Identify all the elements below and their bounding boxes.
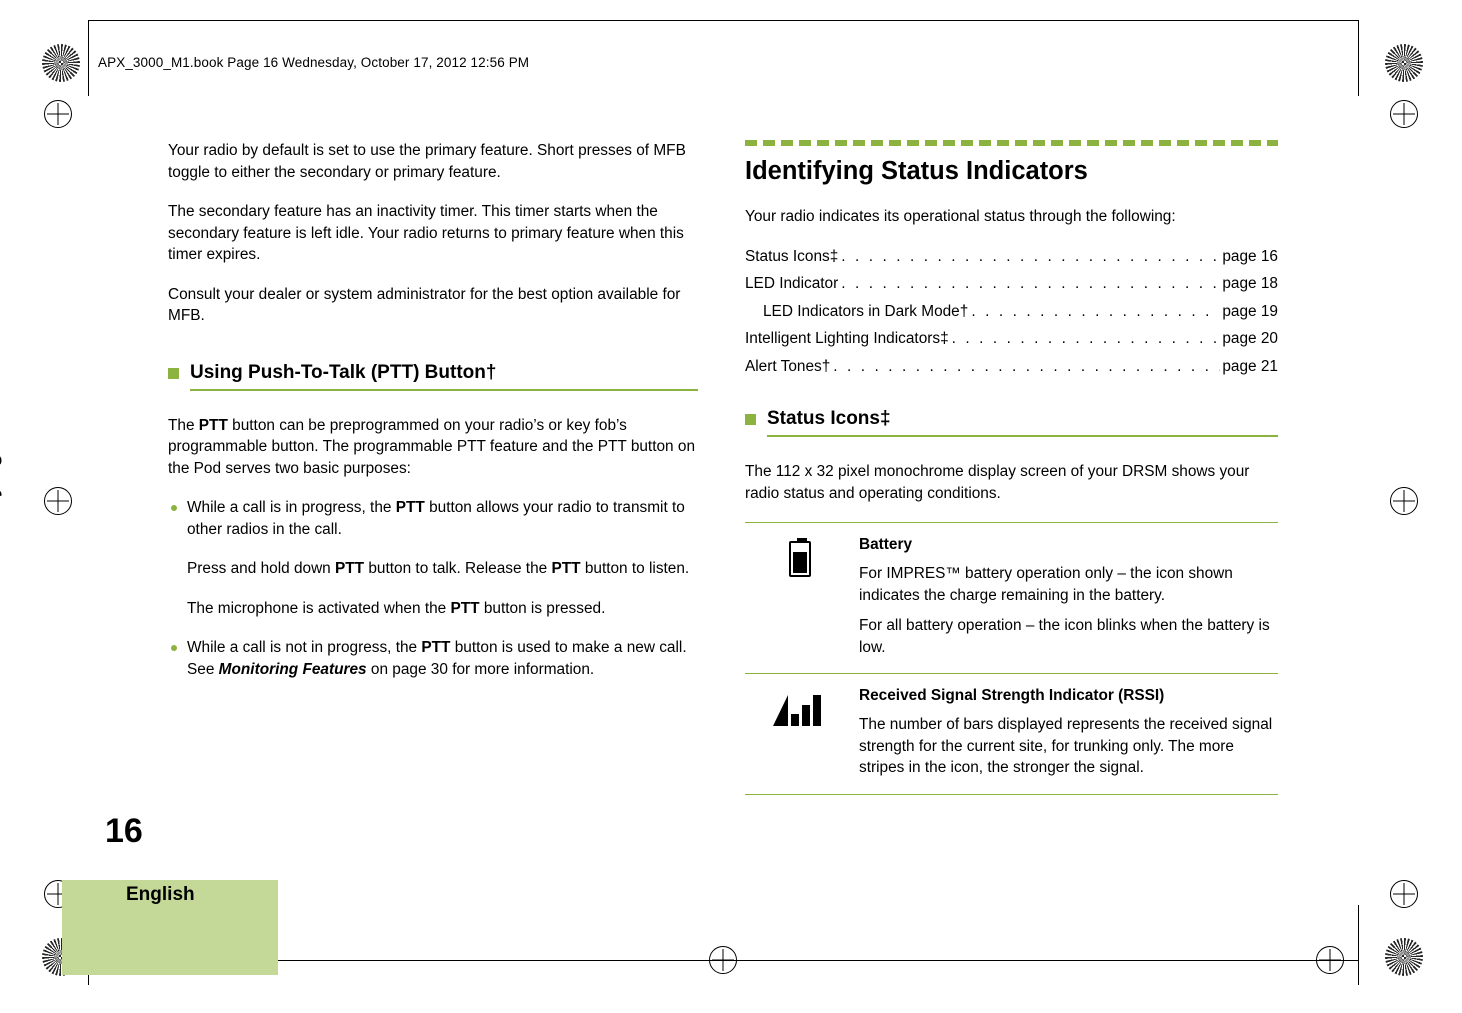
registration-starburst-bottom-right bbox=[1385, 938, 1423, 976]
right-column: Identifying Status Indicators Your radio… bbox=[745, 140, 1278, 795]
icon-desc-2: For all battery operation – the icon bli… bbox=[859, 617, 1270, 656]
book-file-header: APX_3000_M1.book Page 16 Wednesday, Octo… bbox=[98, 55, 530, 70]
sub2-bold: PTT bbox=[450, 599, 480, 617]
rssi-icon-cell bbox=[745, 673, 855, 795]
toc-leader: . . . . . . . . . . . . . . . . . . . . … bbox=[841, 247, 1220, 265]
language-tab-label: English bbox=[126, 884, 195, 905]
ptt-intro-bold: PTT bbox=[198, 416, 228, 434]
heading-square-icon bbox=[168, 367, 179, 379]
toc-label: Alert Tones† bbox=[745, 357, 831, 375]
chapter-dashed-rule bbox=[745, 140, 1278, 146]
crop-line-top-right bbox=[1358, 20, 1359, 96]
page-number: 16 bbox=[105, 812, 143, 850]
toc-entry-status-icons[interactable]: Status Icons‡ . . . . . . . . . . . . . … bbox=[745, 246, 1278, 268]
heading-square-icon bbox=[745, 414, 756, 425]
toc-entry-intelligent-lighting[interactable]: Intelligent Lighting Indicators‡ . . . .… bbox=[745, 328, 1278, 350]
table-row: Received Signal Strength Indicator (RSSI… bbox=[745, 673, 1278, 795]
crop-line-top-h bbox=[88, 20, 1359, 21]
toc-page: page 16 bbox=[1222, 247, 1278, 265]
page-title: Identifying Status Indicators bbox=[745, 157, 1088, 185]
chapter-side-title: Identifying Status Indicators bbox=[0, 277, 2, 560]
registration-mark-right-mid bbox=[1390, 487, 1418, 515]
paragraph-press-hold: Press and hold down PTT button to talk. … bbox=[187, 558, 698, 580]
ptt-purposes-list-2: While a call is not in progress, the PTT… bbox=[168, 637, 698, 680]
registration-mark-bottom-center bbox=[709, 946, 737, 974]
registration-starburst-top-left bbox=[42, 44, 80, 82]
bullet2-italic-ref: Monitoring Features bbox=[218, 660, 367, 678]
toc-leader: . . . . . . . . . . . . . . . . . . . . … bbox=[971, 302, 1220, 320]
toc-entry-led-indicator[interactable]: LED Indicator . . . . . . . . . . . . . … bbox=[745, 273, 1278, 295]
icon-desc-1: The number of bars displayed represents … bbox=[859, 716, 1273, 776]
left-column: Your radio by default is set to use the … bbox=[168, 140, 698, 698]
paragraph-consult-dealer: Consult your dealer or system administra… bbox=[168, 285, 681, 325]
battery-icon-cell bbox=[745, 522, 855, 674]
bullet2-pre: While a call is not in progress, the bbox=[187, 639, 422, 656]
registration-mark-left-mid bbox=[44, 487, 72, 515]
heading-ptt-label: Using Push-To-Talk (PTT) Button† bbox=[190, 361, 497, 383]
battery-desc-cell: Battery For IMPRES™ battery operation on… bbox=[855, 522, 1278, 674]
page-canvas: APX_3000_M1.book Page 16 Wednesday, Octo… bbox=[0, 0, 1462, 1013]
bullet2-post: on page 30 for more information. bbox=[366, 660, 595, 678]
ptt-purposes-list: While a call is in progress, the PTT but… bbox=[168, 497, 698, 540]
ptt-intro-post: button can be preprogrammed on your radi… bbox=[168, 416, 696, 477]
toc-page: page 19 bbox=[1222, 302, 1278, 320]
bullet1-pre: While a call is in progress, the bbox=[187, 499, 396, 516]
registration-mark-right-top bbox=[1390, 100, 1418, 128]
toc-page: page 21 bbox=[1222, 357, 1278, 375]
registration-mark-bottom-center-right bbox=[1316, 946, 1344, 974]
status-icons-table: Battery For IMPRES™ battery operation on… bbox=[745, 522, 1278, 795]
toc-leader: . . . . . . . . . . . . . . . . . . . . … bbox=[841, 275, 1220, 292]
sub2-post: button is pressed. bbox=[479, 599, 606, 617]
toc-page: page 20 bbox=[1222, 330, 1278, 347]
paragraph-microphone: The microphone is activated when the PTT… bbox=[187, 598, 698, 620]
ptt-intro-pre: The bbox=[168, 416, 199, 434]
rssi-signal-bars-icon bbox=[773, 692, 827, 726]
icon-title: Received Signal Strength Indicator (RSSI… bbox=[859, 687, 1165, 704]
bullet2-bold: PTT bbox=[421, 639, 451, 656]
list-item: While a call is in progress, the PTT but… bbox=[168, 497, 698, 540]
paragraph-secondary-timer: The secondary feature has an inactivity … bbox=[168, 203, 684, 263]
icon-title: Battery bbox=[859, 536, 913, 553]
section-heading-ptt: Using Push-To-Talk (PTT) Button† bbox=[168, 361, 698, 391]
battery-icon bbox=[789, 538, 811, 577]
paragraph-chapter-intro: Your radio indicates its operational sta… bbox=[745, 208, 1176, 225]
section-heading-status-icons: Status Icons‡ bbox=[745, 407, 1278, 437]
sub1-post: button to listen. bbox=[580, 560, 690, 577]
table-row: Battery For IMPRES™ battery operation on… bbox=[745, 522, 1278, 674]
list-item: While a call is not in progress, the PTT… bbox=[168, 637, 698, 680]
registration-mark-right-bottom bbox=[1390, 880, 1418, 908]
toc-leader: . . . . . . . . . . . . . . . . . . . . … bbox=[833, 357, 1220, 375]
crop-line-right-v bbox=[1358, 905, 1359, 985]
sub1-pre: Press and hold down bbox=[187, 560, 336, 577]
bullet1-bold: PTT bbox=[395, 499, 425, 516]
registration-mark-left-top bbox=[44, 100, 72, 128]
icon-desc-1: For IMPRES™ battery operation only – the… bbox=[859, 565, 1233, 604]
toc-label: LED Indicator bbox=[745, 275, 839, 292]
toc-leader: . . . . . . . . . . . . . . . . . . . . … bbox=[951, 330, 1221, 347]
toc-label: Intelligent Lighting Indicators‡ bbox=[745, 330, 949, 347]
table-of-contents: Status Icons‡ . . . . . . . . . . . . . … bbox=[745, 246, 1278, 378]
toc-entry-alert-tones[interactable]: Alert Tones† . . . . . . . . . . . . . .… bbox=[745, 356, 1278, 378]
sub1-bold1: PTT bbox=[335, 560, 365, 577]
paragraph-primary-feature: Your radio by default is set to use the … bbox=[168, 142, 686, 181]
heading-rule bbox=[767, 435, 1278, 437]
rssi-desc-cell: Received Signal Strength Indicator (RSSI… bbox=[855, 673, 1278, 795]
crop-line-top bbox=[88, 20, 89, 96]
sub1-mid: button to talk. Release the bbox=[364, 560, 552, 577]
toc-entry-led-dark-mode[interactable]: LED Indicators in Dark Mode† . . . . . .… bbox=[745, 301, 1278, 323]
sub2-pre: The microphone is activated when the bbox=[187, 599, 451, 617]
toc-label: LED Indicators in Dark Mode† bbox=[763, 302, 969, 320]
registration-starburst-top-right bbox=[1385, 44, 1423, 82]
paragraph-display-screen: The 112 x 32 pixel monochrome display sc… bbox=[745, 463, 1250, 502]
paragraph-ptt-intro: The PTT button can be preprogrammed on y… bbox=[168, 415, 698, 480]
heading-rule bbox=[190, 388, 698, 391]
toc-page: page 18 bbox=[1222, 275, 1278, 292]
heading-status-icons-label: Status Icons‡ bbox=[767, 408, 891, 429]
toc-label: Status Icons‡ bbox=[745, 247, 839, 265]
sub1-bold2: PTT bbox=[551, 560, 581, 577]
